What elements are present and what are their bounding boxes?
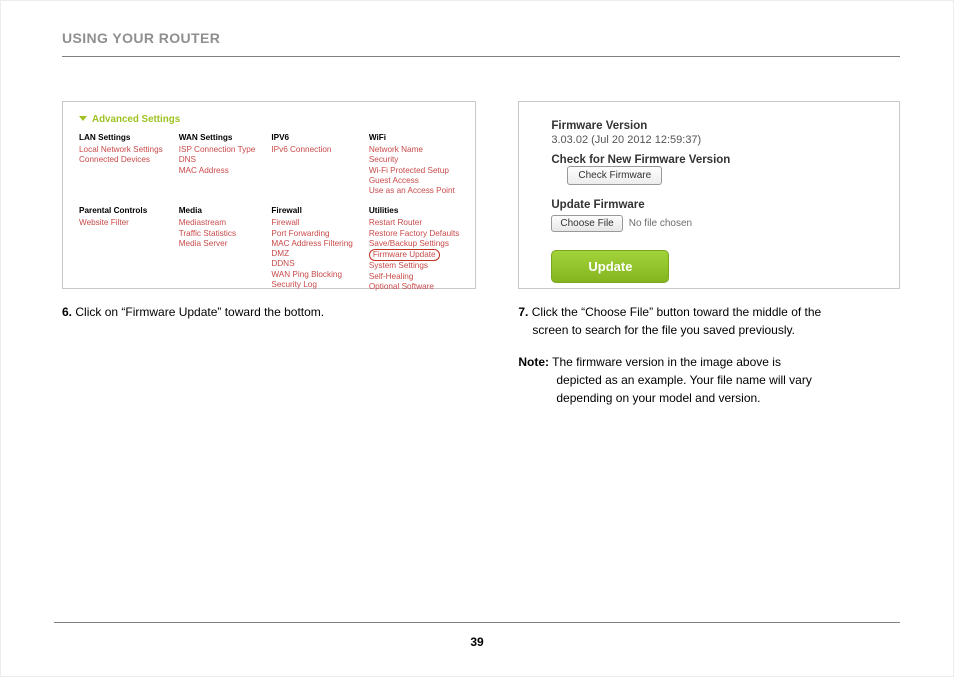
page-number: 39 — [470, 635, 483, 649]
footer-rule — [54, 622, 900, 623]
